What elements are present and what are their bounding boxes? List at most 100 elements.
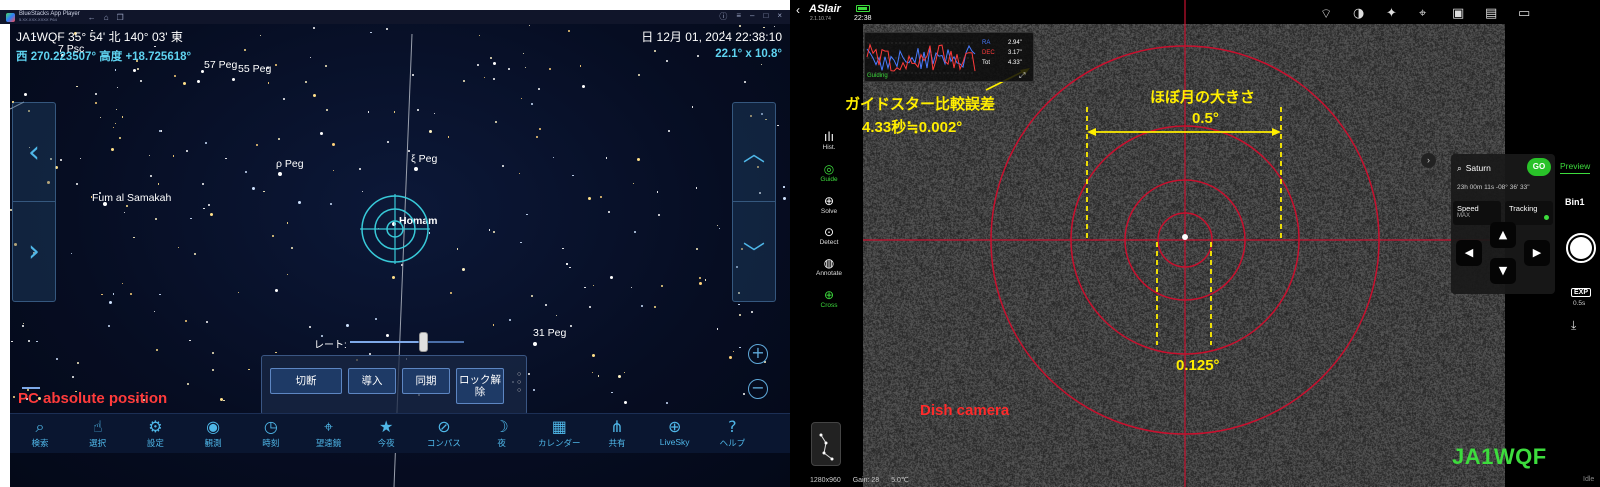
- more-options-icon[interactable]: ○ ○ ○: [517, 371, 521, 395]
- gain-text: Gain: 28: [852, 477, 880, 484]
- usb-icon[interactable]: ▭: [1518, 6, 1530, 21]
- toolbar-livesky-button[interactable]: ⊕ LiveSky: [647, 417, 703, 447]
- star-label[interactable]: 55 Peg: [238, 63, 271, 75]
- exposure-label[interactable]: EXP: [1571, 288, 1592, 297]
- toolbar-compass-button[interactable]: ⊘ コンパス: [416, 417, 472, 449]
- toolbar-settings-button[interactable]: ⚙ 設定: [127, 417, 183, 449]
- toolbar-search-button[interactable]: ⌕ 検索: [12, 417, 68, 449]
- dish-camera-caption: Dish camera: [920, 402, 1010, 419]
- sky-chart[interactable]: JA1WQF 35° 54' 北 140° 03' 東 日 12月 01, 20…: [10, 24, 790, 487]
- sync-button[interactable]: 同期: [402, 368, 450, 394]
- toolbar-telescope-button[interactable]: ⌖ 望遠鏡: [301, 417, 357, 449]
- toolbar-clock-button[interactable]: ◷ 時刻: [243, 417, 299, 449]
- toolbar-select-button[interactable]: ☝ 選択: [70, 417, 126, 449]
- unlock-button[interactable]: ロック解 除: [456, 368, 504, 404]
- tool-solve-button[interactable]: ⊕ Solve: [805, 194, 853, 215]
- dec-value: 3.17": [1008, 50, 1022, 56]
- tool-histogram-button[interactable]: ılı Hist.: [805, 130, 853, 151]
- guide-status: Guiding: [867, 73, 888, 79]
- observation-datetime[interactable]: 日 12月 01, 2024 22:38:10: [641, 28, 782, 45]
- dir-east-button[interactable]: ▶: [1524, 240, 1550, 266]
- disconnect-button[interactable]: 切断: [270, 368, 342, 394]
- help-icon[interactable]: ⓘ: [719, 11, 727, 22]
- slew-rate-handle[interactable]: [419, 332, 428, 352]
- toolbar-tonight-button[interactable]: ★ 今夜: [358, 417, 414, 449]
- chevron-right-icon: ›: [28, 234, 40, 269]
- preview-tab[interactable]: Preview: [1560, 161, 1590, 171]
- expand-icon[interactable]: ⤢: [1019, 71, 1025, 81]
- az-alt-readout: 西 270.223507° 高度 +18.725618°: [16, 51, 192, 63]
- camera-icon[interactable]: ▣: [1452, 6, 1464, 21]
- panel-expand-icon[interactable]: ›: [1421, 153, 1436, 168]
- goto-button[interactable]: 導入: [348, 368, 396, 394]
- guiding-graph[interactable]: RA 2.94" DEC 3.17" Tot 4.33" Guiding ⤢: [864, 32, 1034, 82]
- telescope-reticle: [360, 194, 430, 264]
- toolbar-label: LiveSky: [659, 437, 690, 447]
- download-icon[interactable]: ⤓: [1571, 318, 1576, 333]
- dir-north-button[interactable]: ▲: [1490, 222, 1516, 248]
- minimize-icon[interactable]: –: [750, 11, 754, 22]
- toolbar-label: コンパス: [426, 438, 461, 448]
- toolbar-label: 検索: [31, 438, 49, 448]
- speed-label: Speed: [1457, 204, 1479, 213]
- tonight-icon: ★: [379, 417, 394, 436]
- toolbar-share-button[interactable]: ⋔ 共有: [589, 417, 645, 449]
- toolbar-night-button[interactable]: ☽ 夜: [474, 417, 530, 449]
- exposure-value: 0.5s: [1573, 300, 1586, 307]
- zoom-in-button[interactable]: +: [748, 344, 768, 364]
- star-label[interactable]: ρ Peg: [276, 158, 304, 170]
- binning-selector[interactable]: Bin1: [1565, 197, 1585, 207]
- star-label[interactable]: 31 Peg: [533, 327, 566, 339]
- tool-label: Cross: [820, 302, 838, 309]
- close-icon[interactable]: ×: [777, 11, 782, 22]
- moon-size-value: 0.5°: [1192, 110, 1219, 127]
- toolbar-label: 選択: [89, 438, 107, 448]
- maximize-icon[interactable]: □: [763, 11, 768, 22]
- tool-guide-button[interactable]: ◎ Guide: [805, 162, 853, 183]
- app-logo: ASIair: [809, 3, 841, 15]
- star-label[interactable]: Fum al Samakah: [92, 192, 171, 204]
- battery-icon: [856, 5, 870, 12]
- goto-button[interactable]: GO: [1527, 158, 1551, 176]
- pan-up-button[interactable]: ︿: [733, 103, 775, 202]
- bluestacks-logo-icon: [6, 12, 15, 22]
- pan-down-button[interactable]: ﹀: [733, 202, 775, 301]
- star-label[interactable]: ξ Peg: [411, 153, 437, 165]
- home-icon[interactable]: ⌂: [104, 13, 109, 22]
- star-label[interactable]: 7 Psc: [58, 43, 84, 55]
- back-icon[interactable]: ‹: [796, 3, 800, 17]
- multi-window-icon[interactable]: ❐: [117, 13, 124, 22]
- target-coordinates: 23h 00m 11s -08° 36' 33": [1457, 184, 1530, 191]
- compass-icon: ⊘: [437, 417, 451, 436]
- tool-annotate-button[interactable]: ◍ Annotate: [805, 256, 853, 277]
- cross-icon: ⊕: [823, 288, 835, 302]
- guide-cam-icon[interactable]: ▤: [1485, 6, 1497, 21]
- left-pan-panel: ‹ ›: [12, 102, 56, 302]
- moon-size-title: ほぼ月の大きさ: [1150, 89, 1256, 106]
- pan-left-up-button[interactable]: ‹: [13, 103, 55, 202]
- dir-west-button[interactable]: ◀: [1456, 240, 1482, 266]
- toolbar-eye-button[interactable]: ◉ 観測: [185, 417, 241, 449]
- tool-cross-button[interactable]: ⊕ Cross: [805, 288, 853, 309]
- tool-label: Guide: [820, 176, 838, 183]
- resolution-text: 1280x960: [810, 477, 841, 484]
- menu-icon[interactable]: ≡: [736, 11, 741, 22]
- star-map-thumbnail[interactable]: [811, 422, 841, 466]
- guide-icon: ◎: [823, 162, 835, 176]
- zoom-out-button[interactable]: −: [748, 379, 768, 399]
- toolbar-label: 夜: [497, 438, 506, 448]
- preview-tab-underline: [1560, 173, 1590, 174]
- telescope-icon[interactable]: ⌖: [1419, 6, 1426, 21]
- mount-icon[interactable]: ✦: [1386, 6, 1397, 21]
- dir-south-button[interactable]: ▼: [1490, 258, 1516, 284]
- back-icon[interactable]: ←: [88, 13, 96, 22]
- gauge-icon[interactable]: ◑: [1353, 6, 1364, 21]
- pan-left-down-button[interactable]: ›: [13, 202, 55, 301]
- toolbar-calendar-button[interactable]: ▦ カレンダー: [531, 417, 587, 449]
- tool-detect-button[interactable]: ⊙ Detect: [805, 225, 853, 246]
- star-label[interactable]: 57 Peg: [204, 59, 237, 71]
- capture-button[interactable]: [1566, 233, 1596, 263]
- toolbar-help-button[interactable]: ? ヘルプ: [704, 417, 760, 449]
- slew-rate-slider[interactable]: [350, 341, 464, 343]
- wifi-icon[interactable]: ⌔: [1320, 6, 1332, 22]
